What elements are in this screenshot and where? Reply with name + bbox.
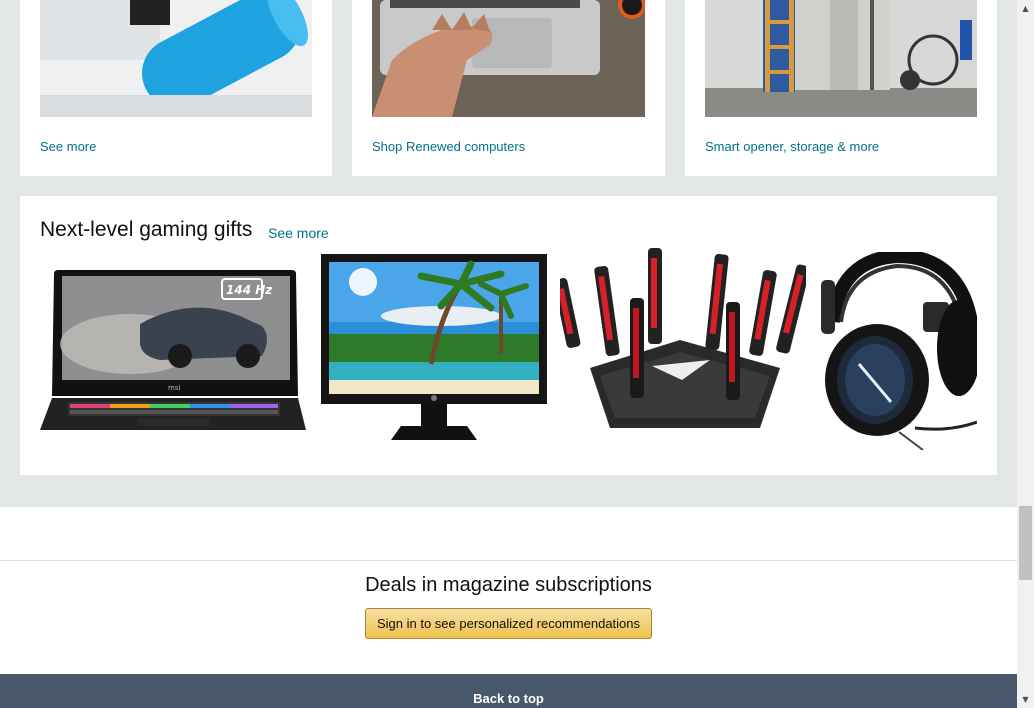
back-to-top-bar[interactable]: Back to top xyxy=(0,674,1017,708)
back-to-top-label: Back to top xyxy=(473,691,544,706)
product-gaming-laptop[interactable]: 144 Hz msi xyxy=(40,264,308,436)
vertical-scrollbar[interactable]: ▲ ▼ xyxy=(1017,0,1034,708)
scroll-down-icon[interactable]: ▼ xyxy=(1017,691,1034,708)
smart-opener-link[interactable]: Smart opener, storage & more xyxy=(705,139,879,154)
recommendations-heading: Deals in magazine subscriptions xyxy=(365,574,652,596)
recommendations-section: Deals in magazine subscriptions Sign in … xyxy=(0,507,1017,674)
card-renewed-computers: Shop Renewed computers xyxy=(352,0,665,176)
gaming-see-more-link[interactable]: See more xyxy=(268,225,329,241)
refresh-rate-badge: 144 Hz xyxy=(226,283,273,297)
scrollbar-thumb[interactable] xyxy=(1019,506,1032,580)
laptop-image[interactable] xyxy=(372,0,645,117)
sign-in-button[interactable]: Sign in to see personalized recommendati… xyxy=(365,608,652,639)
scroll-up-icon[interactable]: ▲ xyxy=(1017,0,1034,17)
shop-renewed-computers-link[interactable]: Shop Renewed computers xyxy=(372,139,525,154)
fitness-image[interactable] xyxy=(40,0,312,117)
product-gaming-headset[interactable] xyxy=(819,252,977,450)
section-divider xyxy=(0,560,1017,561)
card-gaming-gifts: Next-level gaming gifts See more 144 Hz … xyxy=(20,196,997,475)
gaming-gifts-title: Next-level gaming gifts xyxy=(40,218,253,241)
see-more-link[interactable]: See more xyxy=(40,139,96,154)
card-garage: Smart opener, storage & more xyxy=(685,0,997,176)
garage-image[interactable] xyxy=(705,0,977,117)
product-hp-monitor[interactable] xyxy=(321,254,547,448)
product-wifi-router[interactable] xyxy=(560,248,806,448)
card-fitness: See more xyxy=(20,0,332,176)
svg-text:msi: msi xyxy=(168,384,180,392)
